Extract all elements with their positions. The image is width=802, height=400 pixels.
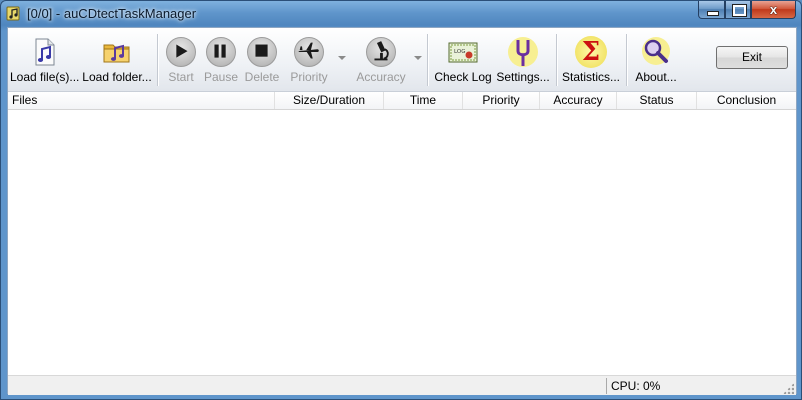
- column-header-size-duration[interactable]: Size/Duration: [275, 92, 384, 109]
- sigma-icon: Σ: [575, 36, 607, 68]
- accuracy-label: Accuracy: [356, 70, 406, 84]
- column-header-time[interactable]: Time: [384, 92, 463, 109]
- maximize-icon: [732, 4, 747, 17]
- play-icon: [165, 36, 197, 68]
- sigma-glyph: Σ: [581, 37, 601, 67]
- load-files-label: Load file(s)...: [10, 70, 80, 84]
- priority-label: Priority: [290, 70, 328, 84]
- maximize-button[interactable]: [725, 1, 751, 19]
- status-bar: CPU: 0%: [8, 375, 796, 395]
- accuracy-button[interactable]: Accuracy: [354, 34, 408, 88]
- start-button[interactable]: Start: [164, 34, 198, 88]
- app-window: [0/0] - auCDtectTaskManager x Load file(…: [0, 0, 802, 400]
- minimize-button[interactable]: [698, 1, 725, 19]
- column-header-priority[interactable]: Priority: [463, 92, 540, 109]
- stop-icon: [246, 36, 278, 68]
- delete-label: Delete: [244, 70, 280, 84]
- about-button[interactable]: About...: [632, 34, 680, 88]
- toolbar-separator: [157, 34, 159, 86]
- statistics-button[interactable]: Σ Statistics...: [562, 34, 620, 88]
- load-files-button[interactable]: Load file(s)...: [10, 34, 80, 88]
- about-label: About...: [635, 70, 677, 84]
- list-header: Files Size/Duration Time Priority Accura…: [8, 92, 796, 110]
- column-header-accuracy[interactable]: Accuracy: [540, 92, 617, 109]
- pause-icon: [205, 36, 237, 68]
- settings-button[interactable]: Settings...: [494, 34, 552, 88]
- statistics-label: Statistics...: [562, 70, 621, 84]
- close-button[interactable]: x: [751, 1, 796, 19]
- start-label: Start: [168, 70, 194, 84]
- music-folder-icon: [103, 44, 130, 63]
- window-title: [0/0] - auCDtectTaskManager: [27, 6, 197, 21]
- delete-button[interactable]: Delete: [242, 34, 282, 88]
- settings-label: Settings...: [496, 70, 550, 84]
- column-header-conclusion[interactable]: Conclusion: [697, 92, 796, 109]
- cpu-usage: CPU: 0%: [606, 378, 794, 394]
- close-icon: x: [769, 2, 778, 17]
- toolbar-separator: [626, 34, 628, 86]
- tuning-fork-icon: [508, 37, 538, 67]
- exit-button[interactable]: Exit: [716, 46, 788, 69]
- toolbar-separator: [427, 34, 429, 86]
- column-header-status[interactable]: Status: [617, 92, 697, 109]
- toolbar: Load file(s)... Load folder... Start Pau…: [8, 28, 796, 92]
- log-badge-text: LOG: [454, 49, 465, 55]
- airplane-icon: [293, 36, 325, 68]
- accuracy-dropdown-arrow-icon[interactable]: [414, 56, 422, 60]
- column-header-files[interactable]: Files: [8, 92, 275, 109]
- app-music-icon[interactable]: [6, 5, 22, 21]
- check-log-button[interactable]: LOG Check Log: [434, 34, 492, 88]
- pause-label: Pause: [203, 70, 239, 84]
- title-bar[interactable]: [0/0] - auCDtectTaskManager x: [1, 1, 801, 27]
- client-area: Load file(s)... Load folder... Start Pau…: [7, 27, 797, 395]
- task-list[interactable]: Files Size/Duration Time Priority Accura…: [8, 92, 796, 375]
- priority-button[interactable]: Priority: [286, 34, 332, 88]
- certificate-icon: LOG: [448, 42, 478, 63]
- toolbar-separator: [556, 34, 558, 86]
- load-folder-label: Load folder...: [82, 70, 152, 84]
- check-log-label: Check Log: [434, 70, 492, 84]
- load-folder-button[interactable]: Load folder...: [82, 34, 152, 88]
- magnifier-icon: [642, 37, 670, 65]
- pause-button[interactable]: Pause: [202, 34, 240, 88]
- minimize-icon: [707, 11, 719, 16]
- microscope-icon: [365, 36, 397, 68]
- priority-dropdown-arrow-icon[interactable]: [338, 56, 346, 60]
- music-file-icon: [35, 38, 55, 66]
